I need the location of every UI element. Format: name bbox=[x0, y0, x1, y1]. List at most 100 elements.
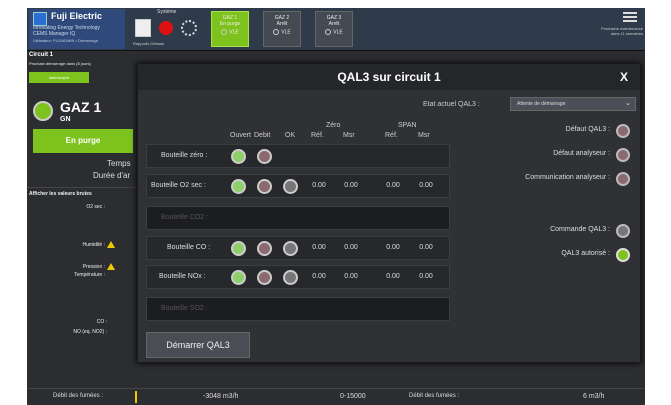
debit-led bbox=[257, 149, 272, 164]
col-debit: Debit bbox=[254, 132, 271, 139]
table-row: Bouteille CO : 0.00 0.00 0.00 0.00 bbox=[146, 236, 450, 260]
duree-label: Durée d'ar bbox=[93, 171, 131, 180]
tab-gaz1[interactable]: GAZ 1 En purge VLE bbox=[211, 11, 249, 47]
system-sub: Rapports Défauts bbox=[133, 41, 165, 46]
circuit-info: Prochain démarrage dans (8 jours) bbox=[29, 61, 91, 66]
tab-gaz3[interactable]: GAZ 3 Arrêt VLE bbox=[315, 11, 353, 47]
ouvert-led bbox=[231, 270, 246, 285]
row-label: Bouteille NOx : bbox=[159, 273, 206, 280]
tab-gaz2-dot-icon bbox=[273, 29, 280, 35]
system-group: Système Rapports Défauts bbox=[131, 9, 207, 49]
table-row: Bouteille zéro : bbox=[146, 144, 450, 168]
row-label: Bouteille O2 sec : bbox=[151, 182, 206, 189]
purge-button[interactable]: En purge bbox=[33, 129, 133, 153]
user-status: Utilisateur: FUJIADMIN • Démarrage bbox=[33, 38, 98, 43]
humidite-label: Humidité : bbox=[82, 241, 105, 248]
gear-icon[interactable] bbox=[181, 20, 197, 36]
zero-msr: 0.00 bbox=[344, 273, 358, 280]
row-label: Bouteille CO2 : bbox=[161, 214, 209, 221]
defaut-analyseur-led bbox=[616, 148, 630, 162]
row-label: Bouteille SO2 : bbox=[161, 305, 208, 312]
col-span: SPAN bbox=[398, 122, 417, 129]
zero-msr: 0.00 bbox=[344, 244, 358, 251]
maintenance-notice: Prochaine maintenance dans 11 semaines bbox=[600, 26, 643, 36]
temperature-label: Température : bbox=[74, 272, 105, 278]
tab-gaz2[interactable]: GAZ 2 Arrêt VLE bbox=[263, 11, 301, 47]
row-label: Bouteille CO : bbox=[167, 244, 211, 251]
tab-gaz1-state: En purge bbox=[219, 21, 241, 27]
circuit-title: Circuit 1 bbox=[29, 52, 54, 58]
commande-led bbox=[616, 224, 630, 238]
col-ouvert: Ouvert bbox=[230, 132, 252, 139]
alarm-icon[interactable] bbox=[159, 21, 173, 35]
hamburger-menu-icon[interactable] bbox=[623, 12, 637, 22]
span-ref: 0.00 bbox=[386, 182, 400, 189]
debit-value-2: 6 m3/h bbox=[583, 393, 605, 400]
state-label: Etat actuel QAL3 : bbox=[423, 101, 480, 108]
ok-led bbox=[283, 179, 298, 194]
span-msr: 0.00 bbox=[419, 273, 433, 280]
state-value: Attente de démarrage bbox=[517, 101, 566, 107]
flow-indicator bbox=[135, 391, 137, 403]
table-row: Bouteille NOx : 0.00 0.00 0.00 0.00 bbox=[146, 265, 450, 289]
commande-label: Commande QAL3 : bbox=[550, 226, 610, 233]
gaz-type: GN bbox=[60, 116, 71, 123]
raw-values-title[interactable]: Afficher les valeurs brutes bbox=[29, 191, 92, 197]
debit-led bbox=[257, 179, 272, 194]
brand-tagline: Innovating Energy Technology CEMS Manager… bbox=[33, 25, 100, 37]
defaut-qal3-label: Défaut QAL3 : bbox=[565, 126, 610, 133]
no-label: NO (eq. NO2) : bbox=[73, 329, 107, 335]
tab-gaz3-state: Arrêt bbox=[328, 21, 340, 27]
autorise-led bbox=[616, 248, 630, 262]
col-ref2: Réf. bbox=[385, 132, 398, 139]
o2-label: O2 sec : bbox=[86, 204, 105, 210]
warning-icon bbox=[107, 263, 115, 270]
divider bbox=[27, 187, 137, 188]
gaz-name: GAZ 1 bbox=[60, 99, 102, 115]
zero-ref: 0.00 bbox=[312, 182, 326, 189]
qal3-dialog: QAL3 sur circuit 1 X Etat actuel QAL3 : … bbox=[137, 63, 641, 363]
tab-gaz1-mode: VLE bbox=[229, 29, 239, 36]
tab-gaz3-mode: VLE bbox=[333, 29, 343, 36]
tab-gaz1-dot-icon bbox=[221, 29, 228, 35]
defaut-qal3-led bbox=[616, 124, 630, 138]
bottom-strip: Débit des fumées : -3048 m3/h 0-15000 Dé… bbox=[27, 388, 645, 405]
debit-led bbox=[257, 241, 272, 256]
span-ref: 0.00 bbox=[386, 244, 400, 251]
ouvert-led bbox=[231, 149, 246, 164]
fuji-logo-icon bbox=[33, 12, 47, 26]
col-zero: Zéro bbox=[326, 122, 341, 129]
tab-gaz3-dot-icon bbox=[325, 29, 332, 35]
debit-value: -3048 m3/h bbox=[203, 393, 239, 400]
span-msr: 0.00 bbox=[419, 182, 433, 189]
debit-led bbox=[257, 270, 272, 285]
tab-gaz2-state: Arrêt bbox=[276, 21, 288, 27]
start-qal3-button[interactable]: Démarrer QAL3 bbox=[146, 332, 250, 358]
ouvert-led bbox=[231, 179, 246, 194]
communication-led bbox=[616, 172, 630, 186]
left-panel: Circuit 1 Prochain démarrage dans (8 jou… bbox=[27, 51, 137, 405]
table-row: Bouteille CO2 : bbox=[146, 206, 450, 230]
zero-msr: 0.00 bbox=[344, 182, 358, 189]
defaut-analyseur-label: Défaut analyseur : bbox=[553, 150, 610, 157]
pression-label: Pression : bbox=[82, 263, 105, 270]
system-label: Système bbox=[157, 9, 177, 15]
ouvert-led bbox=[231, 241, 246, 256]
state-select[interactable]: Attente de démarrage ⌄ bbox=[510, 97, 636, 111]
col-msr1: Msr bbox=[343, 132, 355, 139]
col-msr2: Msr bbox=[418, 132, 430, 139]
zero-ref: 0.00 bbox=[312, 273, 326, 280]
debit-range: 0-15000 bbox=[340, 393, 366, 400]
temps-label: Temps bbox=[107, 159, 131, 168]
table-row: Bouteille SO2 : bbox=[146, 297, 450, 321]
close-button[interactable]: X bbox=[614, 67, 634, 87]
col-ref1: Réf. bbox=[311, 132, 324, 139]
col-ok: OK bbox=[285, 132, 296, 139]
ok-led bbox=[283, 270, 298, 285]
autorise-label: QAL3 autorisé : bbox=[561, 250, 610, 257]
interrupt-button[interactable]: Interrompre bbox=[29, 72, 89, 83]
brand-name: Fuji Electric bbox=[51, 11, 103, 21]
report-icon[interactable] bbox=[135, 19, 151, 37]
warning-icon bbox=[107, 241, 115, 248]
row-label: Bouteille zéro : bbox=[161, 152, 208, 159]
